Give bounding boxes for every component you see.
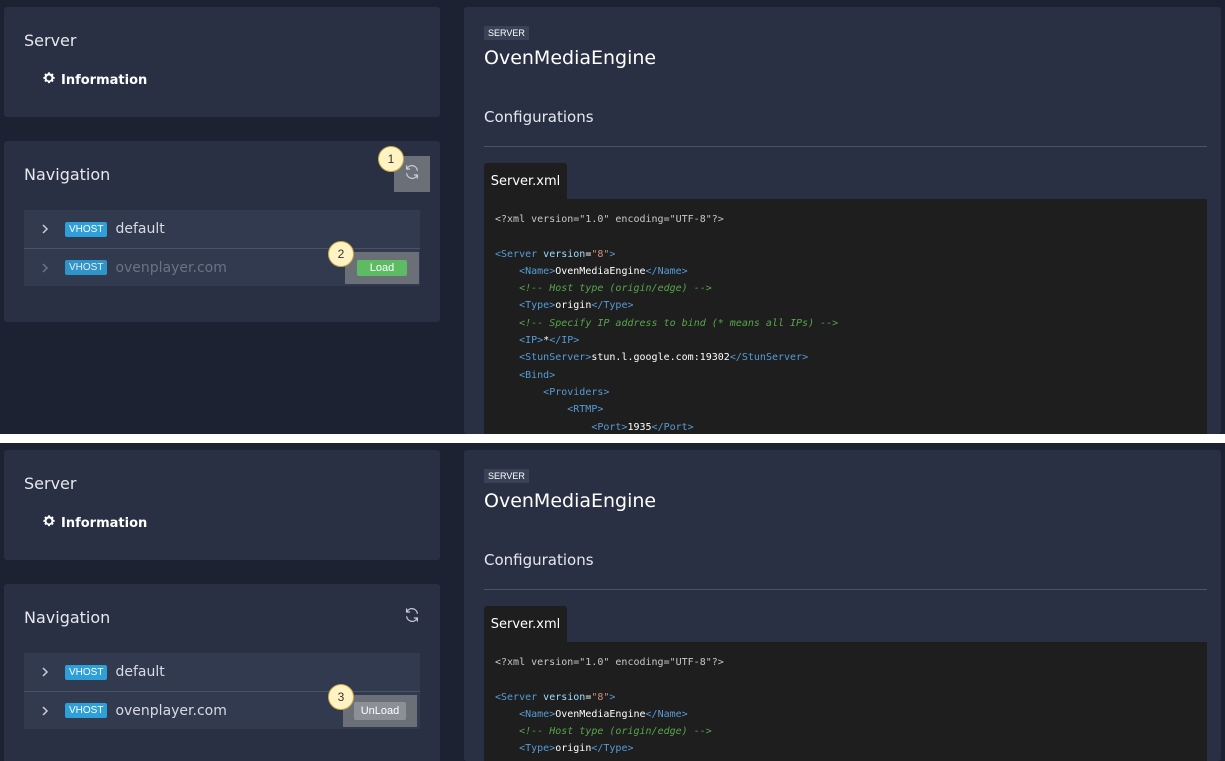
- vhost-badge: VHOST: [65, 221, 108, 237]
- refresh-button[interactable]: [394, 599, 430, 635]
- vhost-list: VHOST default VHOST ovenplayer.com UnLoa…: [24, 653, 420, 729]
- chevron-right-icon[interactable]: [40, 667, 50, 677]
- vhost-badge: VHOST: [65, 703, 108, 718]
- vhost-row-default[interactable]: VHOST default: [24, 653, 420, 691]
- chevron-right-icon[interactable]: [40, 224, 50, 234]
- server-card-title: Server: [24, 31, 77, 50]
- code-viewer[interactable]: <?xml version="1.0" encoding="UTF-8"?> <S…: [484, 642, 1207, 761]
- information-label: Information: [61, 515, 148, 531]
- configurations-heading: Configurations: [484, 108, 594, 126]
- code-line: <Port>1935</Port>: [591, 421, 694, 433]
- navigation-title: Navigation: [24, 165, 111, 184]
- callout-2: 2: [328, 241, 354, 267]
- code-line: <StunServer>stun.l.google.com:19302</Stu…: [519, 352, 809, 364]
- code-viewer[interactable]: <?xml version="1.0" encoding="UTF-8"?> <S…: [484, 199, 1207, 434]
- code-line: <Name>OvenMediaEngine</Name>: [519, 708, 688, 720]
- navigation-card: Navigation VHOST default VHOST ovenplaye…: [4, 141, 440, 322]
- vhost-row-default[interactable]: VHOST default: [24, 210, 420, 248]
- vhost-row-ovenplayer[interactable]: VHOST ovenplayer.com Load: [24, 248, 420, 286]
- chevron-right-icon[interactable]: [40, 262, 50, 273]
- unload-button-highlight: UnLoad: [343, 695, 417, 727]
- code-line: <RTMP>: [567, 404, 604, 416]
- code-line: <Providers>: [543, 386, 610, 398]
- gear-icon: [42, 71, 56, 89]
- screenshot-top: Server Information Navigation VHOST defa…: [0, 0, 1225, 434]
- code-line: <Server version="8">: [495, 691, 616, 703]
- divider: [484, 146, 1207, 147]
- code-line: <Bind>: [519, 369, 556, 381]
- code-line: <!-- Host type (origin/edge) -->: [519, 726, 712, 738]
- code-line: <Server version="8">: [495, 248, 616, 260]
- code-line: <!-- Specify IP address to bind (* means…: [519, 317, 839, 329]
- code-line: <?xml version="1.0" encoding="UTF-8"?>: [495, 214, 724, 225]
- server-tag: SERVER: [484, 26, 529, 40]
- code-line: <?xml version="1.0" encoding="UTF-8"?>: [495, 657, 724, 668]
- vhost-badge: VHOST: [65, 664, 108, 680]
- vhost-name: ovenplayer.com: [115, 259, 227, 276]
- server-card-title: Server: [24, 474, 77, 493]
- information-link[interactable]: Information: [42, 514, 147, 532]
- vhost-name: default: [115, 664, 165, 680]
- tab-server-xml[interactable]: Server.xml: [484, 606, 567, 642]
- information-label: Information: [61, 72, 148, 88]
- gear-icon: [42, 514, 56, 532]
- server-card: Server Information: [4, 450, 440, 560]
- server-tag: SERVER: [484, 469, 529, 483]
- server-card: Server Information: [4, 7, 440, 117]
- callout-3: 3: [328, 684, 354, 710]
- code-line: <Type>origin</Type>: [519, 300, 634, 312]
- vhost-list: VHOST default VHOST ovenplayer.com Load: [24, 210, 420, 286]
- configurations-heading: Configurations: [484, 551, 594, 569]
- main-panel: SERVER OvenMediaEngine Configurations Se…: [464, 450, 1221, 761]
- code-line: <!-- Host type (origin/edge) -->: [519, 283, 712, 295]
- code-line: <Name>OvenMediaEngine</Name>: [519, 265, 688, 277]
- main-panel: SERVER OvenMediaEngine Configurations Se…: [464, 7, 1221, 434]
- vhost-row-ovenplayer[interactable]: VHOST ovenplayer.com UnLoad: [24, 691, 420, 729]
- navigation-card: Navigation VHOST default VHOST ovenplaye…: [4, 584, 440, 761]
- load-button-highlight: Load: [345, 252, 419, 284]
- information-link[interactable]: Information: [42, 71, 147, 89]
- refresh-icon: [403, 606, 421, 629]
- navigation-title: Navigation: [24, 608, 111, 627]
- chevron-right-icon[interactable]: [40, 705, 50, 716]
- code-line: <IP>*</IP>: [519, 335, 580, 347]
- page-title: OvenMediaEngine: [484, 47, 657, 69]
- vhost-name: default: [115, 221, 165, 237]
- refresh-icon: [403, 163, 421, 186]
- load-button[interactable]: Load: [356, 260, 408, 276]
- code-line: <Type>origin</Type>: [519, 743, 634, 755]
- vhost-name: ovenplayer.com: [115, 702, 227, 719]
- vhost-badge: VHOST: [65, 260, 108, 275]
- callout-1: 1: [378, 146, 404, 172]
- screenshot-bottom: Server Information Navigation VHOST defa…: [0, 443, 1225, 761]
- page-title: OvenMediaEngine: [484, 490, 657, 512]
- divider: [484, 589, 1207, 590]
- tab-server-xml[interactable]: Server.xml: [484, 163, 567, 199]
- unload-button[interactable]: UnLoad: [353, 702, 407, 720]
